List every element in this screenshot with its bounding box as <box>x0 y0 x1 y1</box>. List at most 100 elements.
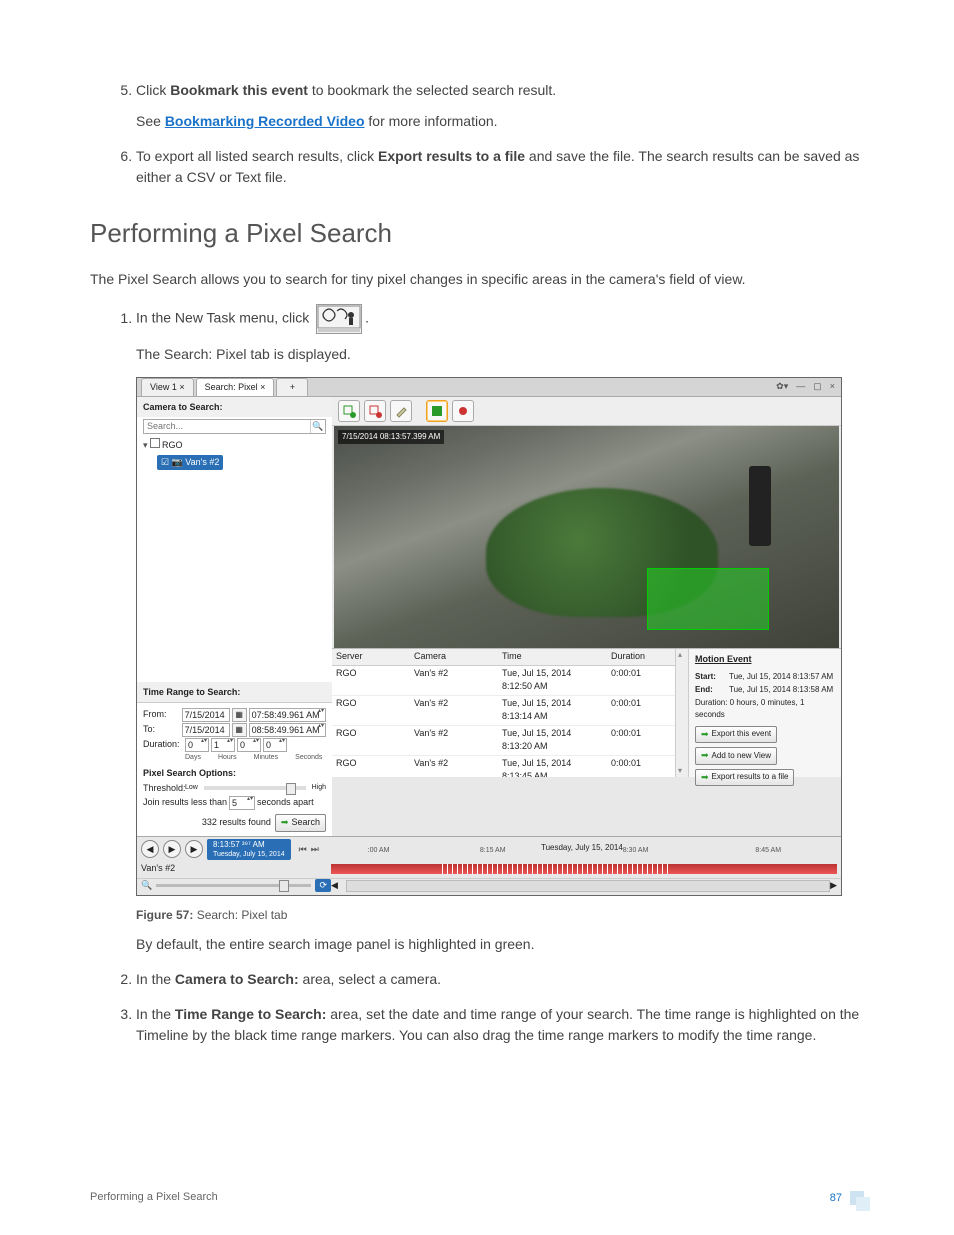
col-time[interactable]: Time <box>498 649 607 665</box>
timeline-scale[interactable]: Tuesday, July 15, 2014 :00 AM 8:15 AM 8:… <box>327 842 837 856</box>
video-scene-object <box>749 466 771 546</box>
gear-icon[interactable]: ✿▾ <box>776 380 788 394</box>
arrow-right-icon: ➡ <box>701 749 709 763</box>
detail-end-value: Tue, Jul 15, 2014 8:13:58 AM <box>729 685 833 694</box>
results-table: Server Camera Time Duration RGOVan's #2T… <box>332 649 675 777</box>
doc-step-5: Click Bookmark this event to bookmark th… <box>136 80 864 132</box>
threshold-label: Threshold: <box>143 782 183 796</box>
table-row[interactable]: RGOVan's #2Tue, Jul 15, 2014 8:13:20 AM0… <box>332 726 675 756</box>
text-bold: Camera to Search: <box>175 971 299 987</box>
dur-days[interactable]: 0 <box>185 738 209 752</box>
app-window: View 1 × Search: Pixel × + ✿▾ — ▢ × Came… <box>136 377 842 896</box>
scroll-right-icon[interactable]: ▶ <box>830 879 837 893</box>
text: In the <box>136 1006 175 1022</box>
jump-end-icon[interactable]: ⏭ <box>311 843 319 857</box>
tab-search-pixel[interactable]: Search: Pixel × <box>196 378 275 397</box>
tree-server[interactable]: RGO <box>143 438 326 453</box>
timeline-zoom[interactable]: 🔍 ⟳ <box>141 879 331 893</box>
table-row[interactable]: RGOVan's #2Tue, Jul 15, 2014 8:13:14 AM0… <box>332 696 675 726</box>
step-back-button[interactable]: ◀ <box>141 840 159 858</box>
dur-hours[interactable]: 1 <box>211 738 235 752</box>
timeline-hscroll[interactable] <box>346 880 830 892</box>
tool-clear-icon[interactable] <box>452 400 474 422</box>
join-seconds-field[interactable]: 5 <box>229 796 255 810</box>
play-button[interactable]: ▶ <box>163 840 181 858</box>
scroll-left-icon[interactable]: ◀ <box>331 879 338 893</box>
pixel-search-options-heading: Pixel Search Options: <box>143 767 326 781</box>
threshold-high: High <box>312 783 326 794</box>
detail-title: Motion Event <box>695 653 835 667</box>
section-intro: The Pixel Search allows you to search fo… <box>90 269 864 290</box>
arrow-right-icon: ➡ <box>701 728 709 742</box>
calendar-icon[interactable]: ▦ <box>232 708 247 722</box>
text: . <box>365 310 369 326</box>
table-row[interactable]: RGOVan's #2Tue, Jul 15, 2014 8:12:50 AM0… <box>332 666 675 696</box>
minimize-icon[interactable]: — <box>796 380 805 394</box>
text: Click <box>136 82 170 98</box>
playhead-time: 8:13:57 ³⁹⁷ AMTuesday, July 15, 2014 <box>207 839 291 861</box>
tab-view1[interactable]: View 1 × <box>141 378 194 397</box>
results-scrollbar[interactable] <box>675 649 688 777</box>
link-bookmarking-recorded-video[interactable]: Bookmarking Recorded Video <box>165 113 365 129</box>
camera-search-input[interactable] <box>144 420 310 434</box>
dur-hours-label: Hours <box>218 753 237 764</box>
footer-decoration <box>850 1191 864 1205</box>
text: area, select a camera. <box>299 971 441 987</box>
dur-sec-label: Seconds <box>295 753 322 764</box>
zoom-level-icon[interactable]: ⟳ <box>315 879 331 893</box>
arrow-right-icon: ➡ <box>701 771 709 785</box>
figure-caption: Search: Pixel tab <box>197 908 288 922</box>
detail-end-label: End: <box>695 684 729 696</box>
tool-zone-add-icon[interactable] <box>338 400 360 422</box>
doc-step-2: In the Camera to Search: area, select a … <box>136 969 864 990</box>
video-preview[interactable]: 7/15/2014 08:13:57.399 AM <box>334 426 839 648</box>
search-icon[interactable]: 🔍 <box>310 420 325 434</box>
threshold-slider[interactable] <box>204 786 306 790</box>
tool-full-area-icon[interactable] <box>426 400 448 422</box>
tab-new[interactable]: + <box>276 378 308 397</box>
add-to-new-view-button[interactable]: ➡Add to new View <box>695 747 777 765</box>
to-date-field[interactable]: 7/15/2014 <box>182 723 230 737</box>
timeline-tick: 8:30 AM <box>623 846 649 857</box>
table-row[interactable]: RGOVan's #2Tue, Jul 15, 2014 8:13:45 AM0… <box>332 756 675 778</box>
timeline-tick: 8:15 AM <box>480 846 506 857</box>
zoom-out-icon[interactable]: 🔍 <box>141 879 152 893</box>
dur-seconds[interactable]: 0 <box>263 738 287 752</box>
timeline-track[interactable] <box>331 864 837 874</box>
from-time-field[interactable]: 07:58:49.961 AM <box>249 708 326 722</box>
arrow-right-icon: ➡ <box>281 816 289 830</box>
timeline-tick: :00 AM <box>368 846 390 857</box>
calendar-icon[interactable]: ▦ <box>232 723 247 737</box>
doc-step-1: In the New Task menu, click . The Search… <box>136 304 864 955</box>
detail-start-value: Tue, Jul 15, 2014 8:13:57 AM <box>729 672 833 681</box>
to-time-field[interactable]: 08:58:49.961 AM <box>249 723 326 737</box>
join-label-a: Join results less than <box>143 796 227 810</box>
timeline: ◀ ▶ ▶ 8:13:57 ³⁹⁷ AMTuesday, July 15, 20… <box>137 836 841 896</box>
dur-minutes[interactable]: 0 <box>237 738 261 752</box>
video-toolbar <box>332 397 841 426</box>
from-date-field[interactable]: 7/15/2014 <box>182 708 230 722</box>
export-this-event-button[interactable]: ➡Export this event <box>695 726 777 744</box>
dur-min-label: Minutes <box>254 753 279 764</box>
tool-zone-remove-icon[interactable] <box>364 400 386 422</box>
step-forward-button[interactable]: ▶ <box>185 840 203 858</box>
jump-start-icon[interactable]: ⏮ <box>299 843 307 857</box>
tree-camera-selected[interactable]: ☑ 📷 Van's #2 <box>157 455 223 471</box>
left-pane: Camera to Search: 🔍 RGO ☑ 📷 Van's #2 Tim… <box>137 397 332 836</box>
text: In the <box>136 971 175 987</box>
search-button[interactable]: ➡Search <box>275 814 326 832</box>
text: By default, the entire search image pane… <box>136 934 864 955</box>
close-icon[interactable]: × <box>830 380 835 394</box>
camera-tree[interactable]: RGO ☑ 📷 Van's #2 <box>137 436 332 682</box>
text-bold: Bookmark this event <box>170 82 308 98</box>
maximize-icon[interactable]: ▢ <box>813 380 822 394</box>
col-duration[interactable]: Duration <box>607 649 675 665</box>
to-label: To: <box>143 723 180 737</box>
camera-search-box[interactable]: 🔍 <box>143 419 326 435</box>
export-results-to-file-button[interactable]: ➡Export results to a file <box>695 769 794 787</box>
col-server[interactable]: Server <box>332 649 410 665</box>
tool-pencil-icon[interactable] <box>390 400 412 422</box>
col-camera[interactable]: Camera <box>410 649 498 665</box>
text: To export all listed search results, cli… <box>136 148 378 164</box>
pixel-search-region[interactable] <box>647 568 769 630</box>
